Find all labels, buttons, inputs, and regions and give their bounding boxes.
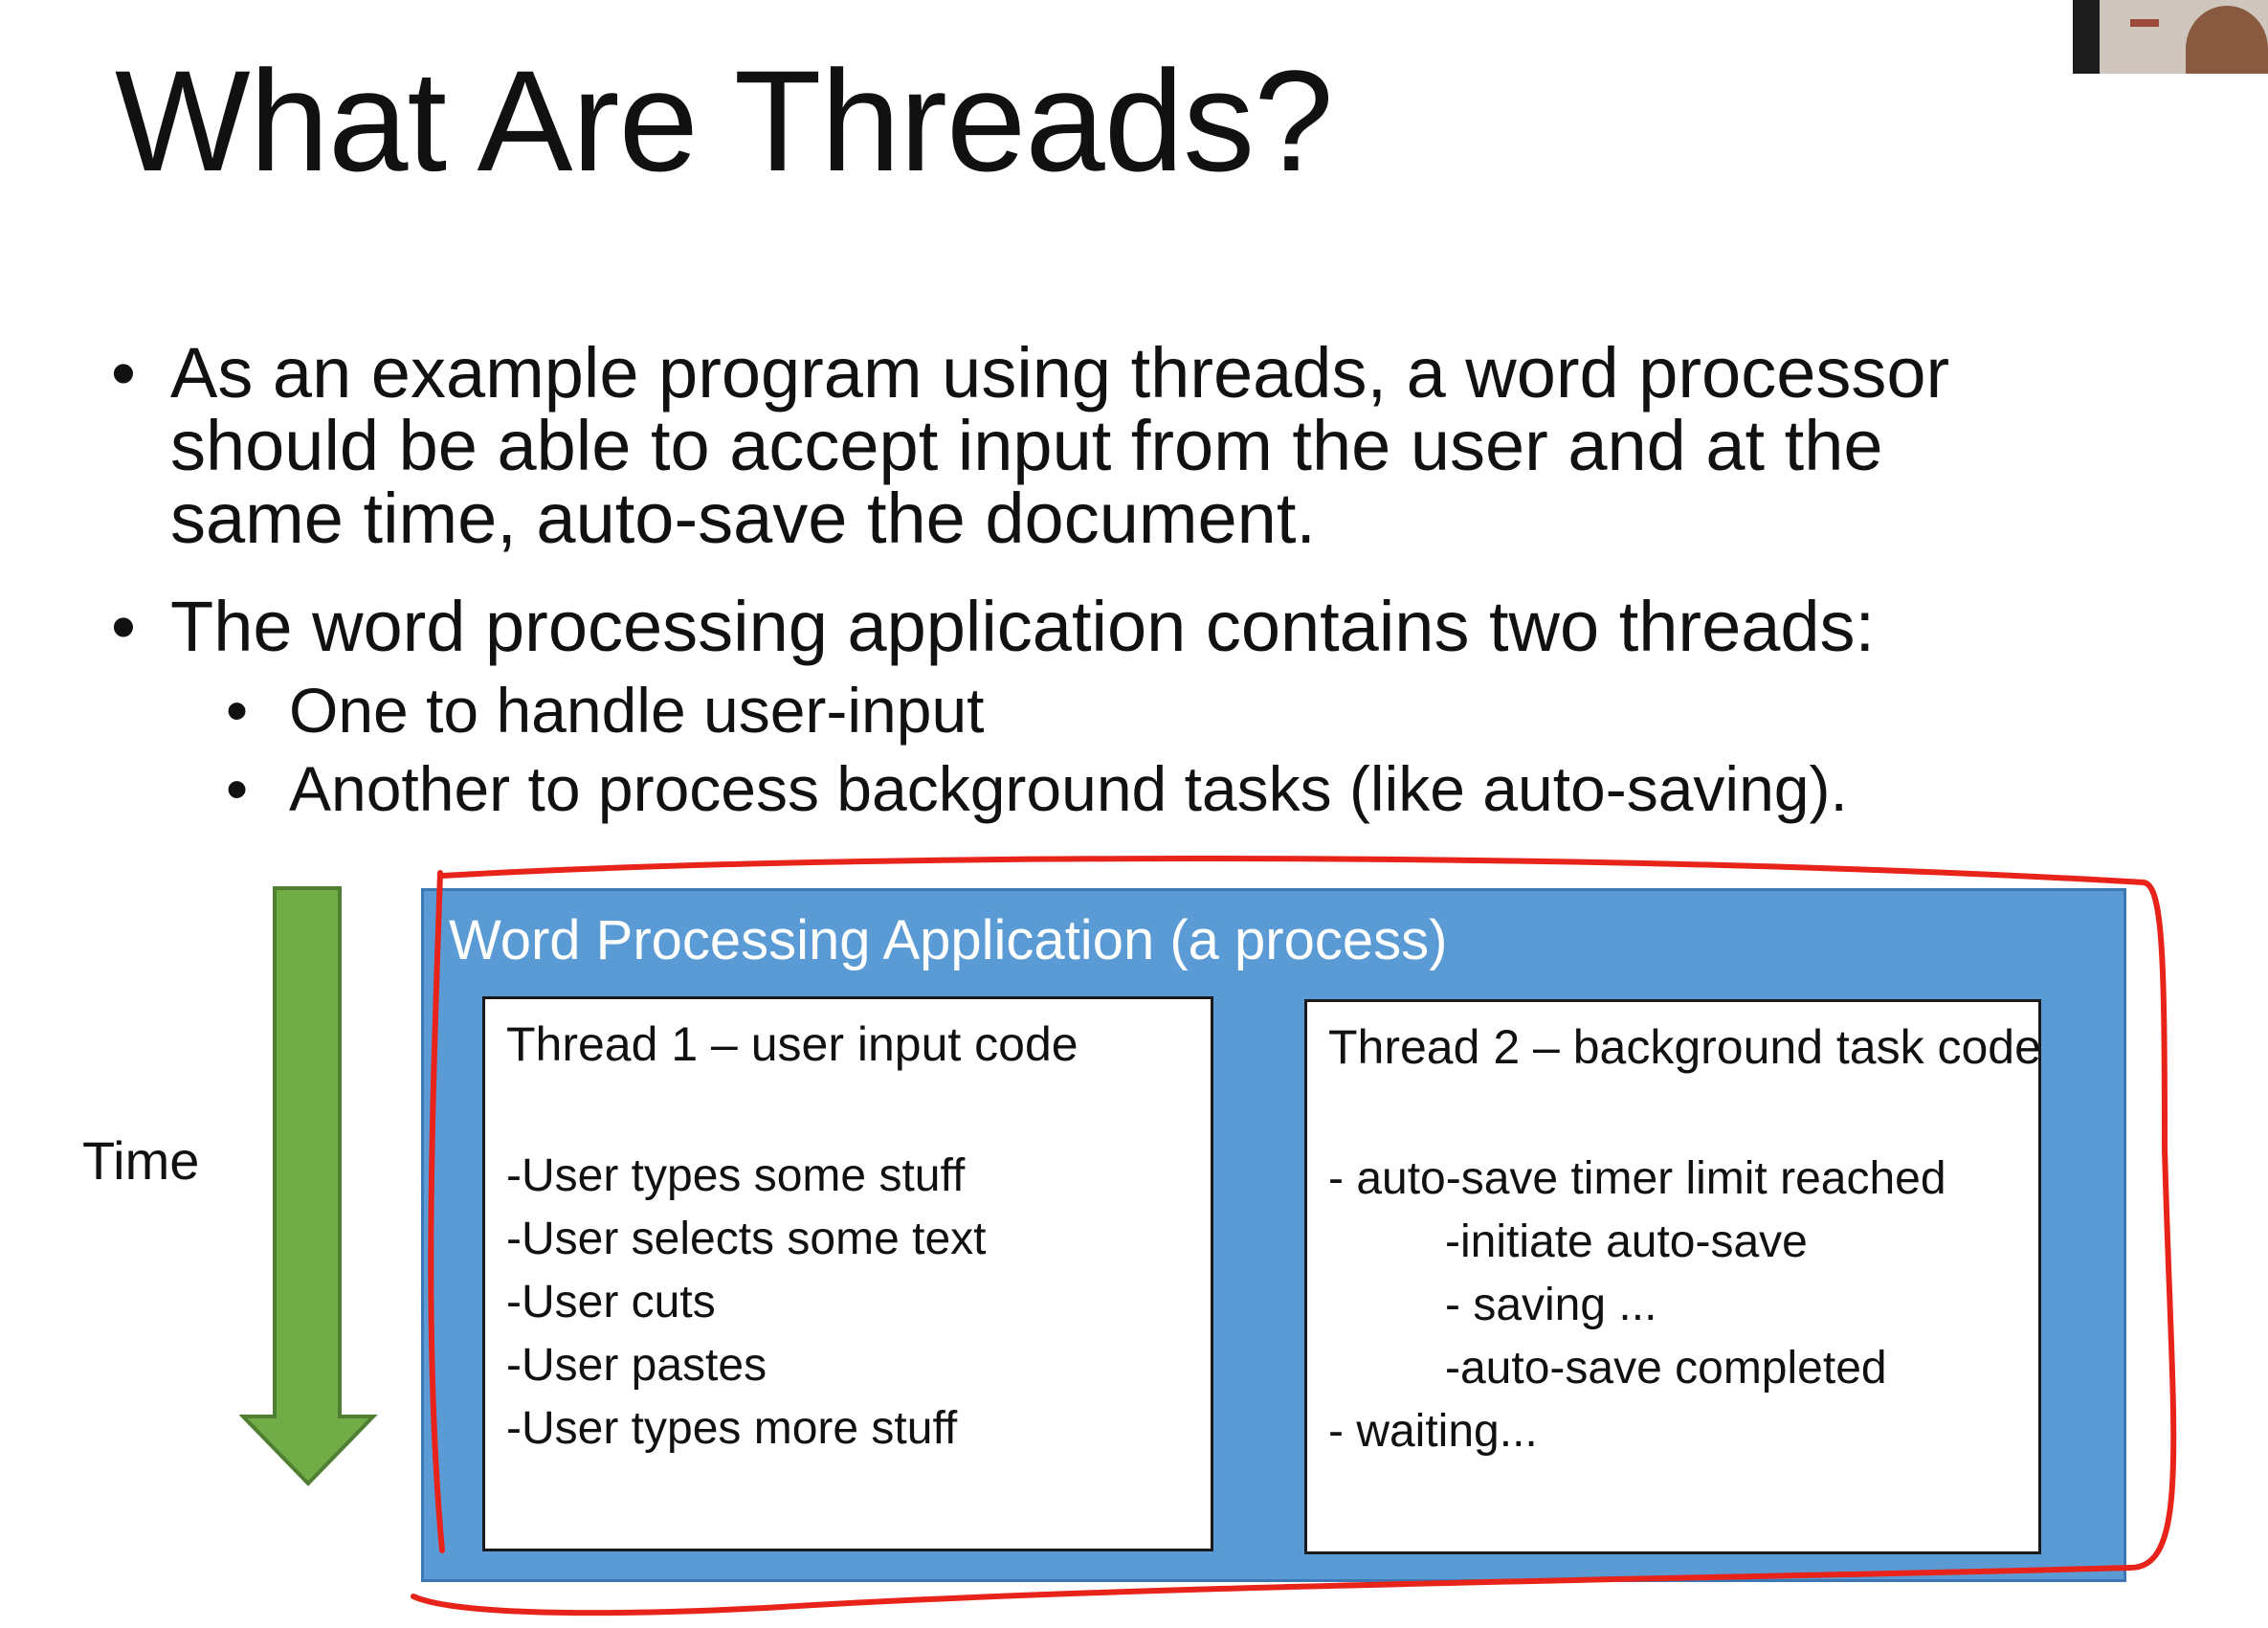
thread-1-title: Thread 1 – user input code [506,1017,1078,1071]
thread-step: -User types more stuff [506,1403,958,1454]
slide-title: What Are Threads? [115,40,1334,201]
thread-1-box: Thread 1 – user input code -User types s… [482,996,1213,1551]
bullet-line: The word processing application contains… [170,587,1876,666]
thread-step: -User pastes [506,1340,767,1391]
thread-2-box: Thread 2 – background task code - auto-s… [1304,999,2041,1554]
bullet-line: should be able to accept input from the … [170,406,1883,485]
sub-bullet-background: • Another to process background tasks (l… [226,753,1848,824]
bullet-line: As an example program using threads, a w… [170,333,1950,413]
thread-step: -initiate auto-save [1445,1216,1808,1267]
thread-step: -User cuts [506,1277,716,1327]
thread-step: - auto-save timer limit reached [1328,1153,1946,1204]
thread-2-steps: - auto-save timer limit reached -initiat… [1328,1148,1946,1463]
bullet-dot-icon: • [111,333,136,413]
thread-step: - waiting... [1328,1406,1538,1457]
time-arrow-down-icon [239,886,378,1486]
thread-step: -auto-save completed [1445,1343,1887,1394]
process-box: Word Processing Application (a process) … [421,888,2126,1582]
thread-2-title: Thread 2 – background task code [1328,1020,2041,1074]
bullet-dot-icon: • [111,587,136,666]
time-label: Time [82,1130,200,1191]
bullet-two-threads: • The word processing application contai… [111,587,1876,666]
thread-step: - saving ... [1445,1280,1657,1330]
bullet-line: same time, auto-save the document. [170,479,1316,558]
sub-bullet-text: Another to process background tasks (lik… [289,753,1848,824]
bullet-dot-icon: • [226,753,249,824]
webcam-shelf [2130,19,2159,27]
thread-step: -User types some stuff [506,1150,966,1201]
bullet-example: • As an example program using threads, a… [111,333,1950,558]
sub-bullet-text: One to handle user-input [289,675,985,746]
bullet-dot-icon: • [226,675,249,746]
thread-step: -User selects some text [506,1214,987,1264]
thread-1-steps: -User types some stuff -User selects som… [506,1145,986,1461]
process-title: Word Processing Application (a process) [449,909,1448,971]
sub-bullet-user-input: • One to handle user-input [226,675,985,746]
webcam-thumbnail [2073,0,2268,74]
